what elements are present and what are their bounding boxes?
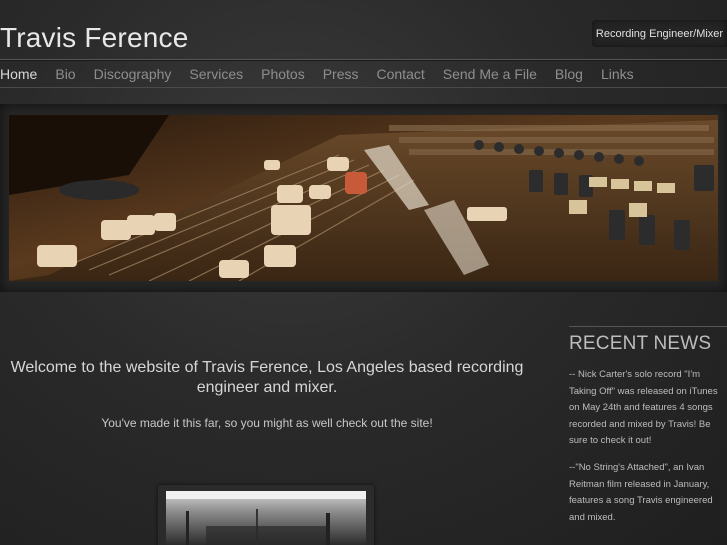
nav-item-press[interactable]: Press	[323, 66, 359, 82]
site-title[interactable]: Travis Ference	[0, 22, 188, 54]
banner-container	[0, 104, 727, 292]
nav-item-photos[interactable]: Photos	[261, 66, 305, 82]
nav-item-links[interactable]: Links	[601, 66, 634, 82]
site-tagline: Recording Engineer/Mixer	[592, 20, 727, 47]
welcome-subtext: You've made it this far, so you might as…	[101, 416, 433, 430]
mixing-console-banner-image	[9, 115, 718, 281]
header-divider	[0, 59, 727, 60]
nav-item-bio[interactable]: Bio	[55, 66, 75, 82]
welcome-heading: Welcome to the website of Travis Ference…	[10, 359, 524, 396]
nav-item-discography[interactable]: Discography	[94, 66, 172, 82]
nav-item-blog[interactable]: Blog	[555, 66, 583, 82]
nav-divider	[0, 87, 727, 88]
nav-item-send-file[interactable]: Send Me a File	[443, 66, 537, 82]
studio-photo-frame	[158, 485, 374, 545]
studio-photo-image	[166, 491, 366, 545]
nav-item-contact[interactable]: Contact	[377, 66, 425, 82]
nav-item-services[interactable]: Services	[189, 66, 243, 82]
main-nav: Home Bio Discography Services Photos Pre…	[0, 63, 727, 85]
news-item: --"No String's Attached", an Ivan Reitma…	[569, 462, 713, 523]
recent-news-heading: RECENT NEWS	[569, 333, 712, 354]
recent-news-divider	[569, 326, 727, 327]
nav-item-home[interactable]: Home	[0, 66, 37, 82]
news-item: -- Nick Carter's solo record "I'm Taking…	[569, 369, 718, 446]
